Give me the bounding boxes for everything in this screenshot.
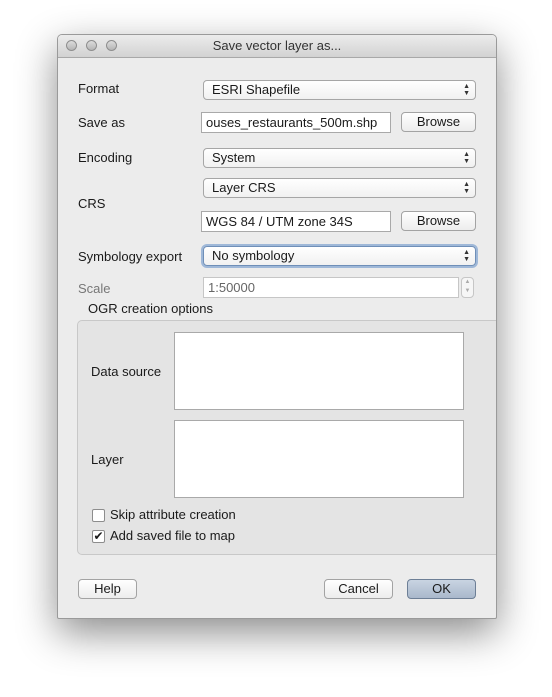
crs-mode-value: Layer CRS	[212, 180, 276, 195]
layer-label: Layer	[91, 452, 124, 467]
layer-options-textarea[interactable]	[174, 420, 464, 498]
ogr-group-title: OGR creation options	[88, 301, 214, 316]
symbology-select[interactable]: No symbology ▲ ▼	[203, 246, 476, 266]
format-label: Format	[78, 81, 120, 96]
skip-attribute-label[interactable]: Skip attribute creation	[110, 507, 236, 522]
data-source-label: Data source	[91, 364, 162, 379]
updown-arrows-icon: ▲ ▼	[463, 151, 470, 165]
help-button[interactable]: Help	[78, 579, 137, 599]
data-source-options-textarea[interactable]	[174, 332, 464, 410]
skip-attribute-checkbox[interactable]	[92, 509, 105, 522]
ok-button[interactable]: OK	[407, 579, 476, 599]
format-value: ESRI Shapefile	[212, 82, 301, 97]
encoding-select[interactable]: System ▲ ▼	[203, 148, 476, 168]
title-bar: Save vector layer as...	[58, 35, 496, 58]
zoom-window-button[interactable]	[106, 40, 117, 51]
updown-arrows-icon: ▲ ▼	[463, 249, 470, 263]
minimize-window-button[interactable]	[86, 40, 97, 51]
window-title: Save vector layer as...	[212, 38, 342, 53]
save-as-label: Save as	[78, 115, 125, 130]
updown-arrows-icon: ▲ ▼	[463, 83, 470, 97]
browse-crs-button[interactable]: Browse	[401, 211, 476, 231]
encoding-value: System	[212, 150, 256, 165]
symbology-label: Symbology export	[78, 249, 183, 264]
add-to-map-checkbox[interactable]: ✔	[92, 530, 105, 543]
save-vector-layer-dialog: Save vector layer as... Format ESRI Shap…	[57, 34, 497, 619]
ogr-creation-options-group: Data source Layer Skip attribute creatio…	[77, 320, 496, 555]
browse-file-button[interactable]: Browse	[401, 112, 476, 132]
encoding-label: Encoding	[78, 150, 133, 165]
scale-input[interactable]: 1:50000	[203, 277, 459, 298]
symbology-value: No symbology	[212, 248, 295, 263]
scale-label: Scale	[78, 281, 111, 296]
crs-input[interactable]: WGS 84 / UTM zone 34S	[201, 211, 391, 232]
close-window-button[interactable]	[66, 40, 77, 51]
crs-label: CRS	[78, 196, 106, 211]
updown-arrows-icon: ▲ ▼	[463, 181, 470, 195]
checkmark-icon: ✔	[93, 529, 104, 543]
format-select[interactable]: ESRI Shapefile ▲ ▼	[203, 80, 476, 100]
add-to-map-label[interactable]: Add saved file to map	[110, 528, 235, 543]
cancel-button[interactable]: Cancel	[324, 579, 393, 599]
scale-spinner[interactable]: ▲ ▼	[461, 277, 474, 298]
crs-mode-select[interactable]: Layer CRS ▲ ▼	[203, 178, 476, 198]
save-as-input[interactable]: ouses_restaurants_500m.shp	[201, 112, 391, 133]
